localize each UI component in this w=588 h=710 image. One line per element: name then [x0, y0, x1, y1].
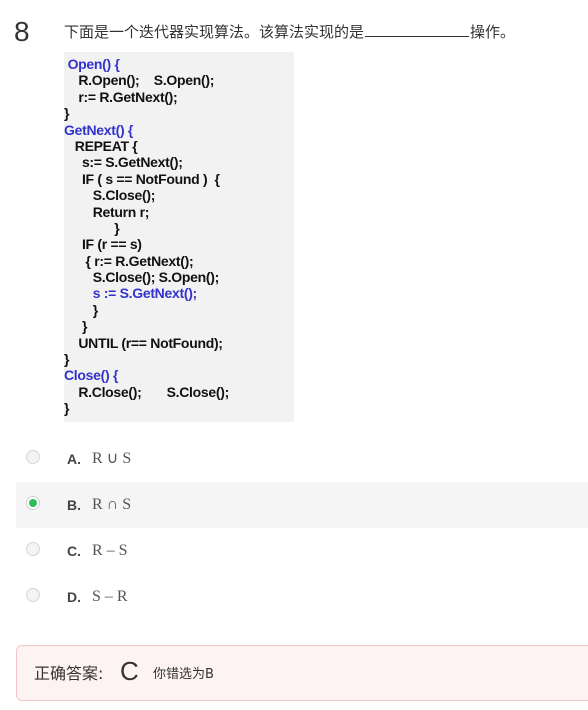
- code-line: Open() {: [64, 56, 120, 72]
- code-line: }: [64, 301, 98, 318]
- radio-icon[interactable]: [26, 450, 40, 464]
- code-line: IF ( s == NotFound ) {: [64, 170, 220, 187]
- code-line: R.Open(); S.Open();: [64, 72, 215, 89]
- option-a[interactable]: A. R ∪ S: [0, 436, 588, 482]
- option-text: R – S: [92, 542, 128, 559]
- code-line: UNTIL (r== NotFound);: [64, 334, 223, 351]
- code-block: Open() { R.Open(); S.Open(); r:= R.GetNe…: [64, 56, 229, 417]
- answer-label: 正确答案:: [34, 664, 104, 683]
- code-line: s:= S.GetNext();: [64, 154, 183, 171]
- question-text: 下面是一个迭代器实现算法。该算法实现的是 操作。: [64, 20, 515, 44]
- code-line: S.Close(); S.Open();: [64, 269, 220, 286]
- code-line: }: [64, 318, 88, 335]
- question-number: 8: [14, 16, 30, 47]
- code-line: IF (r == s): [64, 236, 142, 253]
- code-line: R.Close(); S.Close();: [64, 383, 229, 400]
- code-line: GetNext() {: [64, 121, 134, 138]
- radio-selected-icon[interactable]: [26, 496, 40, 510]
- option-d[interactable]: D. S – R: [0, 574, 588, 620]
- option-letter: C.: [67, 543, 81, 559]
- option-letter: D.: [67, 589, 81, 605]
- question-text-before: 下面是一个迭代器实现算法。该算法实现的是: [64, 23, 365, 41]
- options-list: A. R ∪ S B. R ∩ S C. R – S D. S – R: [0, 436, 588, 620]
- answer-blank: [365, 20, 470, 37]
- option-letter: A.: [67, 451, 81, 467]
- option-c[interactable]: C. R – S: [0, 528, 588, 574]
- option-text: S – R: [92, 588, 128, 605]
- code-line: r:= R.GetNext();: [64, 88, 178, 105]
- code-line: REPEAT {: [64, 137, 138, 154]
- radio-icon[interactable]: [26, 542, 40, 556]
- correct-answer: C: [120, 656, 139, 686]
- code-line: Close() {: [64, 367, 119, 384]
- option-letter: B.: [67, 497, 81, 513]
- option-text: R ∩ S: [92, 496, 132, 513]
- wrong-choice-note: 你错选为B: [153, 667, 214, 682]
- option-b[interactable]: B. R ∩ S: [16, 482, 588, 528]
- answer-box: 正确答案: C 你错选为B: [16, 645, 588, 701]
- radio-dot-icon: [29, 499, 37, 507]
- code-line: s := S.GetNext();: [64, 285, 198, 302]
- option-text: R ∪ S: [92, 450, 132, 467]
- question-text-after: 操作。: [470, 23, 516, 41]
- radio-icon[interactable]: [26, 588, 40, 602]
- code-image: Open() { R.Open(); S.Open(); r:= R.GetNe…: [64, 52, 294, 422]
- code-line: }: [64, 219, 120, 236]
- code-line: { r:= R.GetNext();: [64, 252, 194, 269]
- code-line: }: [64, 400, 70, 417]
- code-line: }: [64, 351, 70, 368]
- code-line: S.Close();: [64, 187, 156, 204]
- code-line: }: [64, 105, 70, 122]
- code-line: Return r;: [64, 203, 150, 220]
